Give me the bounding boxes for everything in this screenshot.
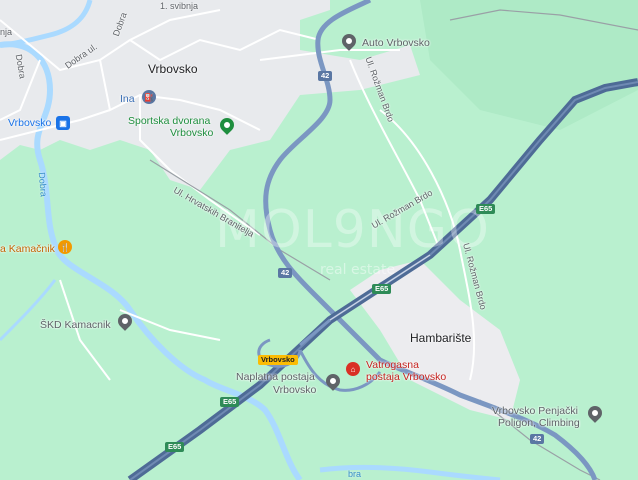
poi-skd-kamacnik[interactable]: ŠKD Kamacnik — [40, 320, 111, 331]
poi-vatro-2[interactable]: postaja Vrbovsko — [366, 372, 446, 383]
gas-station-icon[interactable]: ⛽ — [142, 90, 156, 104]
hamlet-label[interactable]: Hambarište — [410, 332, 471, 344]
town-label[interactable]: Vrbovsko — [148, 63, 198, 75]
water-dobra: Dobra — [36, 171, 49, 198]
street-top-left: nja — [0, 27, 13, 37]
exit-badge: Vrbovsko — [258, 355, 298, 365]
poi-auto-vrbovsko[interactable]: Auto Vrbovsko — [362, 38, 430, 49]
restaurant-icon[interactable]: 🍴 — [58, 240, 72, 254]
train-station-icon[interactable]: ▣ — [56, 116, 70, 130]
poi-sport-1[interactable]: Sportska dvorana — [128, 116, 210, 127]
watermark: MOL9NGO — [215, 200, 490, 260]
route-42-shield-bottom: 42 — [530, 434, 545, 444]
poi-naplatna-2[interactable]: Vrbovsko — [273, 385, 316, 396]
poi-ina[interactable]: Ina — [120, 94, 135, 105]
e65-shield-c: E65 — [220, 397, 240, 407]
poi-station[interactable]: Vrbovsko — [8, 118, 51, 129]
e65-shield-b: E65 — [372, 284, 392, 294]
map-canvas[interactable]: MOL9NGO real estate Vrbovsko Hambarište … — [0, 0, 638, 480]
poi-naplatna-1[interactable]: Naplatna postaja — [236, 372, 315, 383]
poi-climb-2[interactable]: Poligon, Climbing — [498, 418, 580, 429]
e65-shield-d: E65 — [165, 442, 185, 452]
poi-climb-1[interactable]: Vrbovsko Penjački — [492, 406, 578, 417]
water-bottom: bra — [348, 469, 362, 479]
e65-shield-a: E65 — [476, 204, 496, 214]
watermark-subtitle: real estate — [320, 262, 396, 278]
street-svibnja: 1. svibnja — [160, 1, 199, 11]
route-42-shield-top: 42 — [318, 71, 333, 81]
route-42-shield-mid: 42 — [278, 268, 293, 278]
poi-vatro-1[interactable]: Vatrogasna — [366, 360, 419, 371]
poi-sport-2[interactable]: Vrbovsko — [170, 128, 213, 139]
poi-kamacnik[interactable]: a Kamačnik — [0, 244, 55, 255]
fire-station-icon[interactable]: ⌂ — [346, 362, 360, 376]
